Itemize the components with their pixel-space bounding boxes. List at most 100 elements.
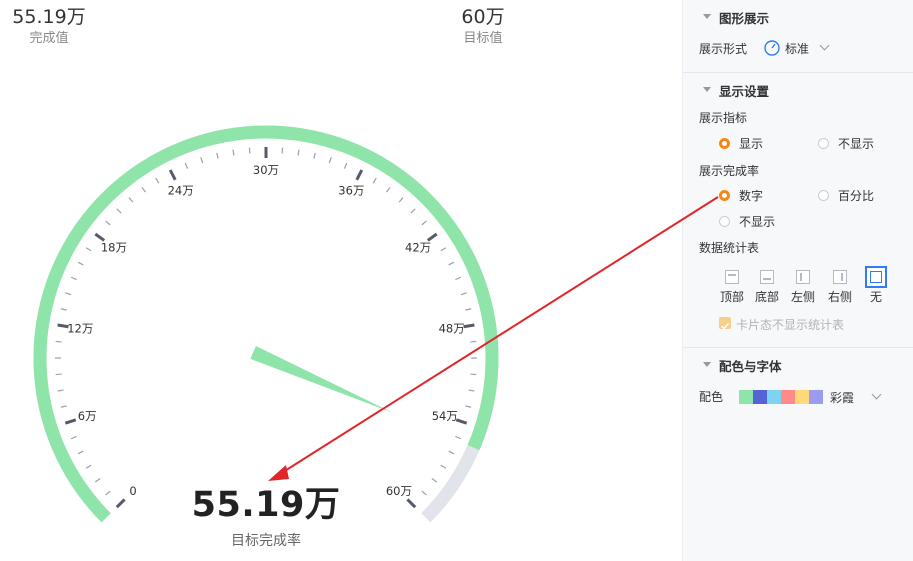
gauge-minor-tick	[343, 162, 348, 169]
completion-rate-label: 展示完成率	[699, 164, 760, 178]
gauge-tick-label: 0	[129, 484, 136, 498]
gauge-minor-tick	[184, 162, 189, 169]
palette-swatch	[781, 390, 795, 404]
indicator-label: 展示指标	[699, 111, 748, 125]
gauge-icon	[764, 40, 780, 56]
gauge-minor-tick	[85, 464, 92, 469]
gauge-tick-label: 42万	[405, 240, 431, 254]
chevron-down-icon	[819, 40, 830, 51]
indicator-hide-radio[interactable]: 不显示	[818, 136, 898, 152]
radio-label: 不显示	[739, 215, 776, 229]
table-position-top[interactable]: 顶部	[715, 268, 749, 304]
position-label: 底部	[754, 290, 779, 304]
gauge-minor-tick	[200, 157, 204, 164]
gauge-major-tick	[168, 169, 177, 181]
gauge-minor-tick	[77, 450, 84, 455]
gauge-minor-tick	[65, 292, 72, 296]
gauge-minor-tick	[328, 157, 332, 164]
palette-name: 彩霞	[830, 391, 855, 405]
gauge-major-tick	[463, 323, 475, 329]
gauge-minor-tick	[398, 197, 404, 203]
color-scheme-select[interactable]: 彩霞	[739, 389, 909, 405]
radio-label: 数字	[739, 189, 764, 203]
stats-table-label: 数据统计表	[699, 241, 760, 255]
gauge-tick-label: 60万	[386, 484, 412, 498]
table-position-none[interactable]: 无	[859, 266, 893, 304]
gauge-minor-tick	[386, 186, 391, 193]
layout-left-icon	[796, 270, 810, 284]
rate-number-radio[interactable]: 数字	[719, 188, 799, 204]
section-header-display-settings[interactable]: 显示设置	[683, 83, 913, 103]
gauge-minor-tick	[448, 261, 455, 266]
gauge-minor-tick	[85, 247, 92, 252]
completion-rate-value: 55.19万	[191, 485, 341, 525]
gauge-major-tick	[406, 498, 417, 509]
section-header-chart-display[interactable]: 图形展示	[683, 10, 913, 30]
table-position-right[interactable]: 右侧	[823, 268, 857, 304]
section-title: 配色与字体	[719, 359, 782, 374]
gauge-major-tick	[64, 418, 77, 425]
gauge-major-tick	[426, 232, 438, 242]
gauge-minor-tick	[94, 478, 101, 483]
position-label: 无	[869, 290, 882, 304]
palette-swatch	[739, 390, 753, 404]
table-position-bottom[interactable]: 底部	[750, 268, 784, 304]
gauge-minor-tick	[57, 389, 64, 392]
gauge-minor-tick	[410, 208, 416, 214]
display-form-label: 展示形式	[699, 42, 748, 56]
card-hide-stats-label: 卡片态不显示统计表	[736, 318, 845, 332]
gauge-minor-tick	[60, 405, 67, 408]
gauge-tick-label: 54万	[432, 409, 458, 423]
gauge-minor-tick	[468, 389, 475, 392]
gauge-tick-label: 48万	[439, 322, 465, 336]
layout-right-icon	[833, 270, 847, 284]
gauge-minor-tick	[297, 149, 300, 156]
gauge-minor-tick	[448, 450, 455, 455]
gauge-minor-tick	[431, 478, 438, 483]
gauge-minor-tick	[116, 208, 122, 214]
indicator-show-radio[interactable]: 显示	[719, 136, 799, 152]
card-hide-stats-checkbox[interactable]	[719, 317, 731, 330]
display-form-value: 标准	[785, 42, 810, 56]
gauge-minor-tick	[455, 435, 462, 440]
position-label: 顶部	[719, 290, 744, 304]
palette-swatch	[809, 390, 823, 404]
gauge-minor-tick	[60, 308, 67, 311]
radio-dot	[818, 190, 829, 201]
rate-hide-radio[interactable]: 不显示	[719, 214, 799, 230]
gauge-minor-tick	[141, 186, 146, 193]
gauge-tick-label: 12万	[67, 322, 93, 336]
gauge-minor-tick	[372, 177, 377, 184]
radio-label: 百分比	[838, 189, 875, 203]
gauge-tick-label: 36万	[338, 183, 364, 197]
gauge-tick-label: 30万	[253, 163, 279, 177]
palette-swatch	[767, 390, 781, 404]
layout-none-icon	[865, 266, 887, 288]
chevron-down-icon	[871, 389, 882, 400]
gauge-minor-tick	[105, 220, 111, 226]
gauge-minor-tick	[216, 152, 219, 159]
gauge-minor-tick	[105, 490, 111, 496]
palette-swatch	[795, 390, 809, 404]
gauge-minor-tick	[440, 247, 447, 252]
radio-dot	[719, 190, 730, 201]
section-header-colors-fonts[interactable]: 配色与字体	[683, 358, 913, 378]
collapse-caret-icon	[703, 14, 711, 19]
gauge-minor-tick	[155, 177, 160, 184]
gauge-minor-tick	[70, 276, 77, 281]
gauge-tick-label: 6万	[78, 409, 97, 423]
gauge-pointer	[250, 346, 393, 413]
rate-percent-radio[interactable]: 百分比	[818, 188, 898, 204]
radio-dot	[719, 216, 730, 227]
gauge-minor-tick	[232, 149, 235, 156]
table-position-left[interactable]: 左侧	[786, 268, 820, 304]
display-form-select[interactable]: 标准	[763, 38, 843, 58]
gauge-minor-tick	[460, 292, 467, 296]
position-label: 左侧	[790, 290, 815, 304]
section-title: 显示设置	[719, 84, 770, 99]
gauge-minor-tick	[128, 197, 134, 203]
gauge-minor-tick	[70, 435, 77, 440]
gauge-major-tick	[355, 169, 364, 181]
divider	[683, 347, 913, 348]
radio-dot	[719, 138, 730, 149]
